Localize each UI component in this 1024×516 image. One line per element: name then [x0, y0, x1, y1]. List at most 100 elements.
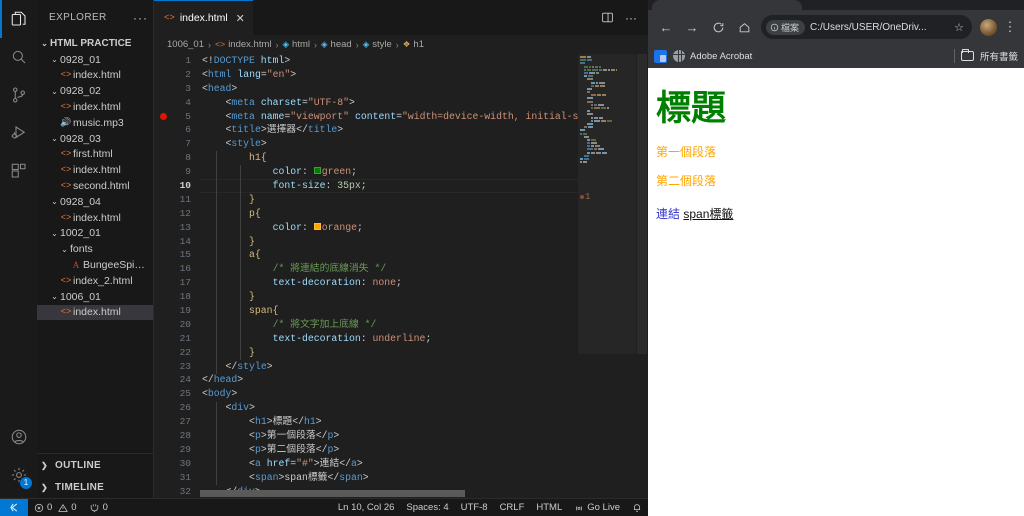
code-line[interactable]: text-decoration: none;	[202, 276, 578, 290]
code-line[interactable]: p{	[202, 207, 578, 221]
code-line[interactable]: }	[202, 290, 578, 304]
breadcrumb-item-indexhtml[interactable]: <> index.html	[215, 39, 272, 50]
tree-folder-1002-01[interactable]: ⌄ 1002_01	[37, 226, 153, 242]
breadcrumb-item-h1[interactable]: ❖ h1	[403, 39, 424, 50]
code-content[interactable]: <!DOCTYPE html> <html lang="en"> <head> <m…	[200, 54, 578, 498]
status-cursor-position[interactable]: Ln 10, Col 26	[332, 499, 401, 516]
tree-file-bungeespice-regu---[interactable]: ABungeeSpice-Regu...	[37, 257, 153, 273]
panel-outline[interactable]: ❯ OUTLINE	[37, 454, 153, 476]
activity-bar-accounts[interactable]	[0, 418, 37, 456]
panel-timeline[interactable]: ❯ TIMELINE	[37, 476, 153, 498]
editor-horizontal-scrollbar[interactable]	[200, 489, 578, 498]
code-line[interactable]: <!DOCTYPE html>	[202, 54, 578, 68]
code-line[interactable]: <h1>標題</h1>	[202, 415, 578, 429]
tree-folder-0928-04[interactable]: ⌄ 0928_04	[37, 194, 153, 210]
activity-bar-run-debug[interactable]	[0, 114, 37, 152]
status-problems[interactable]: 0 0	[28, 499, 83, 516]
tree-file-index-html[interactable]: <> index.html	[37, 162, 153, 178]
breadcrumb-item-html[interactable]: ◈ html	[283, 39, 311, 50]
code-line[interactable]: <title>選擇器</title>	[202, 123, 578, 137]
activity-bar-search[interactable]	[0, 38, 37, 76]
breadcrumb-item-head[interactable]: ◈ head	[321, 39, 352, 50]
tree-file-index-html[interactable]: <> index.html	[37, 68, 153, 84]
code-line[interactable]: <p>第二個段落</p>	[202, 443, 578, 457]
tree-folder-fonts[interactable]: ⌄ fonts	[37, 241, 153, 257]
code-line[interactable]: /* 將連結的底線消失 */	[202, 262, 578, 276]
bookmark-star-icon[interactable]: ☆	[954, 21, 964, 34]
hscrollbar-thumb[interactable]	[200, 490, 465, 497]
profile-avatar[interactable]	[980, 19, 997, 36]
tree-file-index-html[interactable]: <> index.html	[37, 99, 153, 115]
explorer-more-icon[interactable]: ···	[133, 11, 148, 25]
activity-bar-explorer[interactable]	[0, 0, 37, 38]
code-line[interactable]: color: orange;	[202, 221, 578, 235]
tree-file-first-html[interactable]: <> first.html	[37, 147, 153, 163]
code-line[interactable]: <meta charset="UTF-8">	[202, 96, 578, 110]
tab-index-html[interactable]: <> index.html ✕	[154, 0, 253, 35]
status-indentation[interactable]: Spaces: 4	[400, 499, 454, 516]
status-eol[interactable]: CRLF	[494, 499, 531, 516]
tree-file-index-2-html[interactable]: <> index_2.html	[37, 273, 153, 289]
editor-more-icon[interactable]: ···	[625, 11, 637, 25]
tree-file-index-html[interactable]: <> index.html	[37, 305, 153, 321]
tree-folder-0928-01[interactable]: ⌄ 0928_01	[37, 52, 153, 68]
code-line[interactable]: <body>	[202, 387, 578, 401]
code-line[interactable]: </head>	[202, 373, 578, 387]
browser-tab-strip[interactable]	[648, 0, 1024, 10]
address-bar[interactable]: 檔案 C:/Users/USER/OneDriv... ☆	[761, 15, 972, 39]
code-line[interactable]: text-decoration: underline;	[202, 332, 578, 346]
code-line[interactable]: span{	[202, 304, 578, 318]
forward-button[interactable]: →	[680, 15, 704, 39]
code-line[interactable]: color: green;	[202, 165, 578, 179]
tree-folder-0928-02[interactable]: ⌄ 0928_02	[37, 83, 153, 99]
status-remote-icon[interactable]	[0, 499, 28, 516]
kebab-menu-icon[interactable]: ⋮	[1002, 19, 1018, 35]
site-info-chip[interactable]: 檔案	[766, 20, 805, 35]
status-go-live[interactable]: Go Live	[568, 499, 626, 516]
activity-bar-extensions[interactable]	[0, 152, 37, 190]
code-line[interactable]: }	[202, 235, 578, 249]
tree-file-index-html[interactable]: <> index.html	[37, 210, 153, 226]
status-ports[interactable]: 0	[83, 499, 114, 516]
home-icon[interactable]	[732, 15, 756, 39]
code-line[interactable]: /* 將文字加上底線 */	[202, 318, 578, 332]
status-encoding[interactable]: UTF-8	[455, 499, 494, 516]
tab-close-icon[interactable]: ✕	[236, 12, 245, 25]
breadcrumb-item-1006_01[interactable]: 1006_01	[167, 39, 204, 50]
code-line[interactable]: <span>span標籤</span>	[202, 471, 578, 485]
code-line[interactable]: <div>	[202, 401, 578, 415]
code-line[interactable]: </style>	[202, 360, 578, 374]
code-line[interactable]: font-size: 35px;	[202, 179, 578, 193]
all-bookmarks-group[interactable]: 所有書籤	[954, 49, 1018, 63]
split-editor-icon[interactable]	[601, 11, 614, 24]
page-link[interactable]: 連結	[656, 207, 680, 221]
address-bar-url[interactable]: C:/Users/USER/OneDriv...	[810, 22, 949, 33]
back-button[interactable]: ←	[654, 15, 678, 39]
activity-bar-source-control[interactable]	[0, 76, 37, 114]
code-line[interactable]: }	[202, 193, 578, 207]
code-line[interactable]: }	[202, 346, 578, 360]
status-notifications-bell[interactable]	[626, 499, 648, 516]
minimap[interactable]: 1	[578, 54, 636, 498]
code-line[interactable]: <p>第一個段落</p>	[202, 429, 578, 443]
reload-icon[interactable]	[706, 15, 730, 39]
editor-vertical-scrollbar[interactable]	[636, 54, 648, 498]
breadcrumb[interactable]: 1006_01 › <> index.html › ◈ html › ◈ head › ◈ style ›…	[154, 35, 648, 54]
code-line[interactable]: <style>	[202, 137, 578, 151]
code-line[interactable]: <meta name="viewport" content="width=dev…	[202, 110, 578, 124]
tree-folder-1006-01[interactable]: ⌄ 1006_01	[37, 289, 153, 305]
code-line[interactable]: a{	[202, 248, 578, 262]
bookmark-adobe-acrobat[interactable]: Adobe Acrobat	[673, 50, 752, 62]
code-line[interactable]: <head>	[202, 82, 578, 96]
code-editor[interactable]: 1 2 3 4 5 6 7 8 9 10 11 12 13 14 15 16 17 18 19 20 21 22 23 24 2…	[154, 54, 648, 498]
tree-folder-0928-03[interactable]: ⌄ 0928_03	[37, 131, 153, 147]
tree-folder-html-practice[interactable]: ⌄ HTML PRACTICE	[37, 36, 153, 52]
breadcrumb-item-style[interactable]: ◈ style	[363, 39, 392, 50]
acrobat-extension-icon[interactable]	[654, 50, 667, 63]
tree-file-second-html[interactable]: <> second.html	[37, 178, 153, 194]
tree-file-music-mp3[interactable]: 🔊 music.mp3	[37, 115, 153, 131]
code-line[interactable]: <a href="#">連結</a>	[202, 457, 578, 471]
status-language-mode[interactable]: HTML	[530, 499, 568, 516]
code-line[interactable]: h1{	[202, 151, 578, 165]
code-line[interactable]: <html lang="en">	[202, 68, 578, 82]
